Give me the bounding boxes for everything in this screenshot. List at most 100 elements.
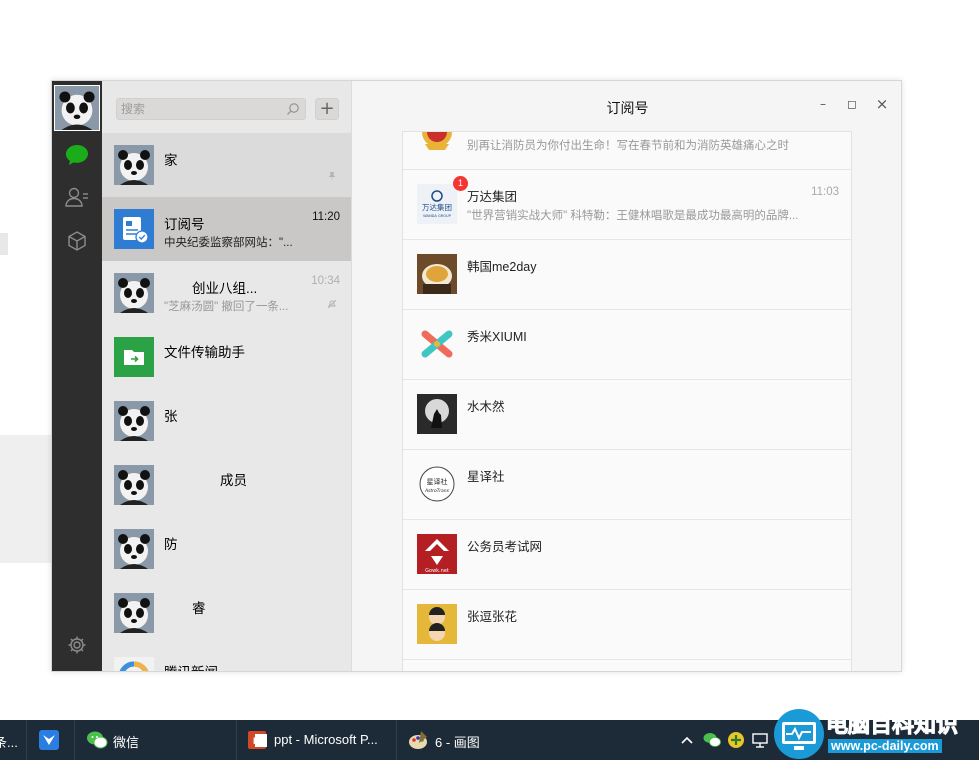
conversation-preview: "芝麻汤圆" 撤回了一条...	[164, 301, 289, 313]
panda-avatar	[114, 401, 154, 441]
subscription-item[interactable]: 星译社 AstroTrans 星译社	[403, 450, 851, 520]
nav-bar	[52, 81, 102, 671]
subscription-name: 秀米XIUMI	[467, 330, 527, 344]
search-input[interactable]	[117, 99, 282, 119]
paint-icon[interactable]	[407, 729, 429, 751]
desktop-window-edge	[0, 435, 52, 563]
wechat-window: + 家 订阅号 中央纪委监察部网站："... 11:20 创业八组... "芝麻…	[51, 80, 902, 672]
conversation-time: 11:20	[312, 211, 340, 223]
taskbar-separator	[74, 720, 75, 760]
conversation-item[interactable]: 文件传输助手	[102, 325, 351, 389]
subscription-item[interactable]	[403, 660, 851, 671]
subscription-name: 韩国me2day	[467, 260, 537, 274]
gear-icon[interactable]	[65, 633, 89, 657]
mail-bird-icon[interactable]	[38, 729, 60, 751]
panda-avatar	[114, 529, 154, 569]
subscription-item[interactable]: 别再让消防员为你付出生命！写在春节前和为消防英雄痛心之时	[403, 132, 851, 170]
wechat-tray-icon[interactable]	[703, 731, 721, 749]
conversation-name: 防	[164, 537, 178, 552]
panda-avatar	[114, 465, 154, 505]
subscription-list: 别再让消防员为你付出生命！写在春节前和为消防英雄痛心之时 万达集团 WANDA G…	[402, 131, 852, 671]
taskbar-separator	[396, 720, 397, 760]
svg-text:万达集团: 万达集团	[422, 202, 452, 212]
contacts-icon[interactable]	[65, 185, 89, 209]
subscription-time: 11:03	[811, 186, 839, 198]
subscription-item[interactable]: 韩国me2day	[403, 240, 851, 310]
subscription-avatar	[114, 209, 154, 249]
news-avatar	[114, 657, 154, 671]
chevron-up-icon[interactable]	[681, 734, 693, 746]
conversation-item[interactable]: 订阅号 中央纪委监察部网站："... 11:20	[102, 197, 351, 261]
xiumi-avatar	[417, 324, 457, 364]
conversation-name: 文件传输助手	[164, 345, 245, 360]
unread-badge: 1	[453, 176, 468, 191]
desktop-window-edge	[0, 233, 8, 255]
subscription-desc: 别再让消防员为你付出生命！写在春节前和为消防英雄痛心之时	[467, 140, 789, 152]
add-button[interactable]: +	[315, 98, 339, 120]
subscription-name: 水木然	[467, 400, 505, 414]
profile-avatar[interactable]	[54, 85, 100, 131]
maximize-button[interactable]: ◻	[843, 95, 861, 113]
cube-icon[interactable]	[65, 229, 89, 253]
emblem-avatar	[417, 132, 457, 154]
subscription-item[interactable]: 秀米XIUMI	[403, 310, 851, 380]
taskbar-separator	[236, 720, 237, 760]
wolf-avatar	[417, 394, 457, 434]
plus-circle-icon[interactable]	[727, 731, 745, 749]
conversation-time: 10:34	[311, 275, 340, 287]
panda-avatar	[114, 145, 154, 185]
watermark-url: www.pc-daily.com	[828, 739, 942, 753]
conversation-name: 成员	[220, 473, 247, 488]
panda-avatar	[114, 273, 154, 313]
conversation-item[interactable]: 腾讯新闻	[102, 645, 351, 671]
panda-avatar	[114, 593, 154, 633]
network-icon[interactable]	[751, 731, 769, 749]
taskbar-item-label[interactable]: 6 - 画图	[435, 732, 480, 751]
conversation-name: 订阅号	[164, 217, 205, 232]
taskbar-separator	[26, 720, 27, 760]
powerpoint-icon[interactable]: P	[247, 729, 269, 751]
minimize-button[interactable]: –	[814, 95, 832, 113]
taskbar-item-label[interactable]: ppt - Microsoft P...	[274, 732, 378, 747]
subscription-item[interactable]: 张逗张花	[403, 590, 851, 660]
subscription-item[interactable]: Gowk.net 公务员考试网	[403, 520, 851, 590]
watermark: 电脑百科知识 www.pc-daily.com	[770, 705, 979, 760]
subscription-name: 公务员考试网	[467, 540, 543, 554]
conversation-item[interactable]: 家	[102, 133, 351, 197]
search-icon[interactable]	[286, 102, 300, 116]
conversation-item[interactable]: 防	[102, 517, 351, 581]
svg-text:AstroTrans: AstroTrans	[424, 488, 450, 494]
subscription-pane: 订阅号 – ◻ × 别再让消防员为你付出生命！写在春节前和为消防英雄痛心之时 万…	[352, 81, 901, 671]
gwy-avatar: Gowk.net	[417, 534, 457, 574]
chat-bubble-icon[interactable]	[65, 143, 89, 167]
conversation-item[interactable]: 成员	[102, 453, 351, 517]
faces-avatar	[417, 604, 457, 644]
wechat-icon[interactable]	[86, 729, 108, 751]
food-avatar	[417, 254, 457, 294]
taskbar-item-label[interactable]: 条...	[0, 732, 18, 751]
svg-text:星译社: 星译社	[427, 477, 448, 486]
subscription-item[interactable]: 万达集团 WANDA GROUP 1 万达集团 "世界营销实战大师" 科特勒：王健…	[403, 170, 851, 240]
search-box	[116, 98, 306, 120]
wanda-avatar: 万达集团 WANDA GROUP	[417, 184, 457, 224]
conversation-item[interactable]: 睿	[102, 581, 351, 645]
conversation-item[interactable]: 创业八组... "芝麻汤圆" 撤回了一条... 10:34	[102, 261, 351, 325]
subscription-name: 万达集团	[467, 190, 518, 204]
svg-text:P: P	[253, 736, 259, 746]
mute-icon	[327, 299, 337, 309]
conversation-name: 腾讯新闻	[164, 661, 218, 671]
astro-avatar: 星译社 AstroTrans	[417, 464, 457, 504]
svg-text:WANDA GROUP: WANDA GROUP	[423, 214, 452, 218]
subscription-name: 张逗张花	[467, 610, 518, 624]
svg-text:Gowk.net: Gowk.net	[425, 568, 449, 574]
conversation-name: 睿	[192, 601, 206, 616]
subscription-desc: "世界营销实战大师" 科特勒：王健林唱歌是最成功最高明的品牌...	[467, 210, 799, 222]
file-transfer-avatar	[114, 337, 154, 377]
taskbar-item-label[interactable]: 微信	[113, 732, 139, 751]
subscription-item[interactable]: 水木然	[403, 380, 851, 450]
close-button[interactable]: ×	[873, 95, 891, 113]
conversation-name: 张	[164, 409, 178, 424]
conversation-item[interactable]: 张	[102, 389, 351, 453]
conversation-list-pane: + 家 订阅号 中央纪委监察部网站："... 11:20 创业八组... "芝麻…	[102, 81, 352, 671]
conversation-name: 家	[164, 153, 178, 168]
